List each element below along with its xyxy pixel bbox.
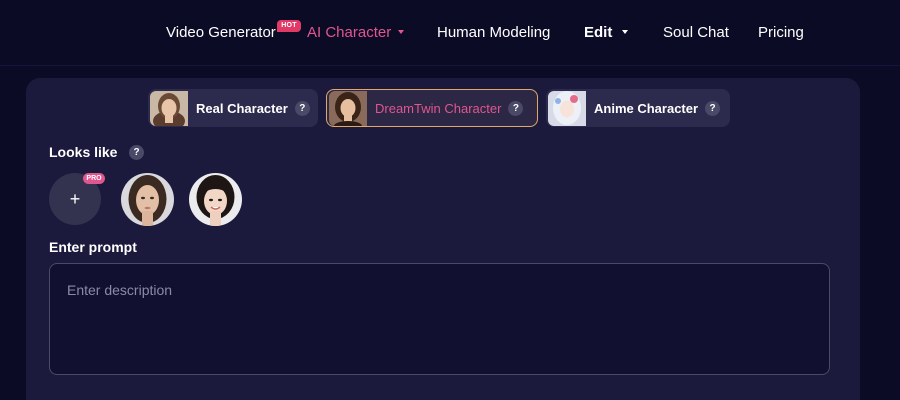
nav-human-modeling[interactable]: Human Modeling	[437, 22, 550, 44]
help-icon[interactable]: ?	[129, 145, 144, 160]
prompt-input[interactable]	[49, 263, 830, 375]
nav-video-generator[interactable]: Video Generator	[166, 22, 276, 44]
nav-soul-chat[interactable]: Soul Chat	[663, 22, 729, 44]
looks-like-label: Looks like	[49, 144, 118, 160]
dreamtwin-character-thumbnail	[329, 90, 367, 126]
help-icon[interactable]: ?	[705, 100, 721, 116]
top-navigation: Video Generator HOT AI Character Human M…	[0, 0, 900, 66]
nav-ai-character[interactable]: AI Character	[307, 22, 405, 44]
tab-real-character-label: Real Character	[196, 100, 288, 116]
pro-badge: PRO	[83, 173, 105, 184]
tab-real-character[interactable]: Real Character ?	[148, 89, 318, 127]
hot-badge: HOT	[277, 20, 301, 32]
help-icon[interactable]: ?	[294, 100, 310, 116]
nav-ai-character-label: AI Character	[307, 24, 392, 41]
nav-edit[interactable]: Edit	[584, 22, 629, 44]
anime-character-thumbnail	[548, 90, 586, 126]
enter-prompt-label: Enter prompt	[49, 239, 137, 255]
tab-dreamtwin-character[interactable]: DreamTwin Character ?	[326, 89, 538, 127]
tab-dreamtwin-character-label: DreamTwin Character	[375, 100, 502, 116]
chevron-down-icon	[398, 30, 405, 34]
real-character-thumbnail	[150, 90, 188, 126]
nav-pricing[interactable]: Pricing	[758, 22, 804, 44]
help-icon[interactable]: ?	[508, 100, 524, 116]
chevron-down-icon	[622, 30, 629, 34]
tab-anime-character-label: Anime Character	[594, 100, 699, 116]
face-option-1[interactable]	[121, 173, 174, 226]
nav-edit-label: Edit	[584, 24, 613, 41]
tab-anime-character[interactable]: Anime Character ?	[546, 89, 730, 127]
face-option-2[interactable]	[189, 173, 242, 226]
